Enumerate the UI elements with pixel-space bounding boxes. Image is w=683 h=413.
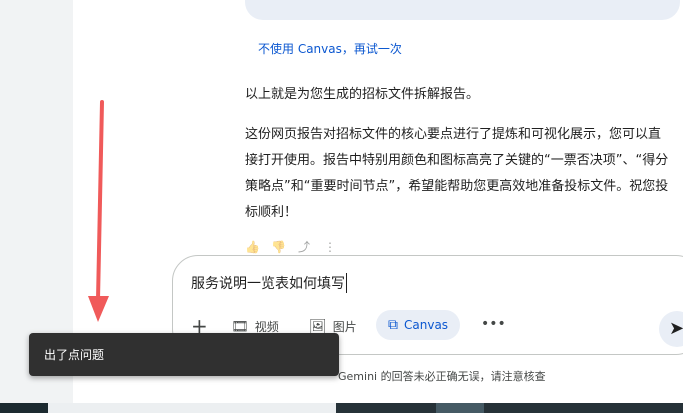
canvas-tool-button[interactable]: ⧉ Canvas bbox=[376, 310, 461, 340]
taskbar-segment bbox=[0, 403, 48, 413]
toast-message: 出了点问题 bbox=[44, 348, 105, 362]
response-paragraph-1: 以上就是为您生成的招标文件拆解报告。 bbox=[245, 87, 480, 102]
taskbar-segment bbox=[436, 403, 484, 413]
send-button[interactable]: ➤ bbox=[659, 311, 683, 347]
prompt-input[interactable]: 服务说明一览表如何填写 bbox=[191, 273, 347, 293]
taskbar bbox=[0, 403, 683, 413]
thumb-up-icon[interactable]: 👍 bbox=[245, 240, 260, 254]
previous-user-message bbox=[245, 0, 680, 20]
error-toast: 出了点问题 bbox=[29, 333, 339, 376]
more-vert-icon[interactable]: ⋮ bbox=[323, 240, 337, 254]
retry-without-canvas-link[interactable]: 不使用 Canvas，再试一次 bbox=[258, 40, 402, 57]
taskbar-segment bbox=[48, 403, 336, 413]
canvas-tool-label: Canvas bbox=[404, 318, 449, 332]
message-actions: 👍 👎 ⤴ ⋮ bbox=[245, 240, 337, 256]
canvas-icon: ⧉ bbox=[388, 317, 398, 333]
disclaimer-text: Gemini 的回答未必正确无误，请注意核查 bbox=[338, 370, 546, 383]
response-paragraph-2: 这份网页报告对招标文件的核心要点进行了提炼和可视化展示，您可以直接打开使用。报告… bbox=[245, 127, 669, 220]
thumb-down-icon[interactable]: 👎 bbox=[271, 240, 286, 254]
send-icon: ➤ bbox=[669, 318, 683, 339]
more-tools-button[interactable]: ••• bbox=[481, 316, 506, 332]
share-icon[interactable]: ⤴ bbox=[297, 240, 311, 254]
more-horiz-icon: ••• bbox=[481, 316, 506, 332]
